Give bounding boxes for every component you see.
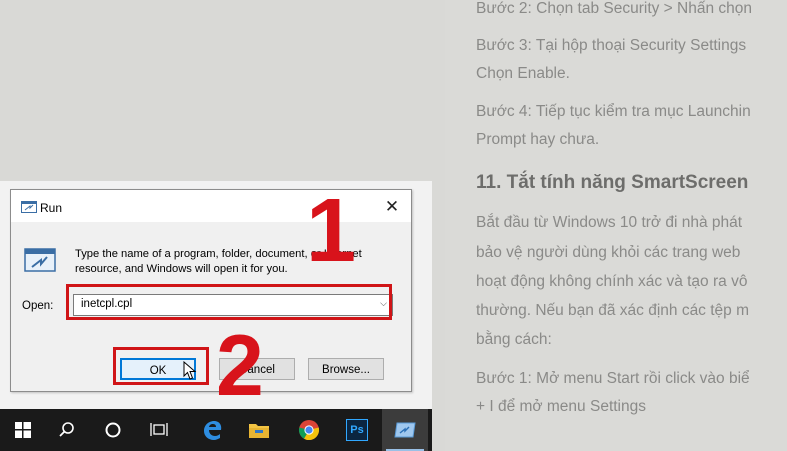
cortana-icon[interactable]	[90, 409, 136, 451]
article-line: Bước 1: Mở menu Start rồi click vào biể	[476, 370, 750, 387]
dialog-title: Run	[40, 201, 63, 215]
article-line: + I để mở menu Settings	[476, 398, 646, 415]
search-icon[interactable]	[44, 409, 90, 451]
file-explorer-icon[interactable]	[236, 409, 282, 451]
article-line: Prompt hay chưa.	[476, 131, 600, 148]
windows-start-icon[interactable]	[0, 409, 46, 451]
article-line: Bắt đầu từ Windows 10 trở đi nhà phát	[476, 214, 743, 231]
run-icon	[21, 201, 37, 213]
mouse-cursor-icon	[183, 361, 197, 380]
task-view-icon[interactable]	[136, 409, 182, 451]
close-icon[interactable]: ✕	[381, 197, 403, 217]
article-heading: 11. Tắt tính năng SmartScreen	[476, 172, 749, 193]
photoshop-icon[interactable]: Ps	[334, 409, 380, 451]
article-line: thường. Nếu bạn đã xác định các tệp m	[476, 302, 750, 319]
article-line: Bước 2: Chọn tab Security > Nhấn chọn	[476, 0, 753, 17]
article-line: Bước 3: Tại hộp thoại Security Settings	[476, 37, 747, 54]
step-number-1: 1	[306, 181, 357, 281]
article-line: bằng cách:	[476, 331, 552, 348]
chrome-icon[interactable]	[286, 409, 332, 451]
browse-button[interactable]: Browse...	[308, 358, 384, 380]
highlight-open-field	[66, 284, 392, 320]
open-label: Open:	[22, 300, 54, 312]
run-program-icon	[24, 248, 56, 272]
step-number-2: 2	[216, 318, 264, 414]
photoshop-label: Ps	[346, 419, 368, 441]
article-line: Bước 4: Tiếp tục kiểm tra mục Launchin	[476, 103, 751, 120]
run-app-icon[interactable]	[382, 409, 428, 451]
edge-icon[interactable]	[189, 409, 235, 451]
article-line: hoạt động không chính xác và tạo ra vô	[476, 273, 748, 290]
article-line: bảo vệ người dùng khỏi các trang web	[476, 244, 741, 261]
article-line: Chọn Enable.	[476, 65, 570, 82]
taskbar: Ps	[0, 409, 432, 451]
article-panel: Bước 2: Chọn tab Security > Nhấn chọn Bư…	[445, 0, 787, 451]
